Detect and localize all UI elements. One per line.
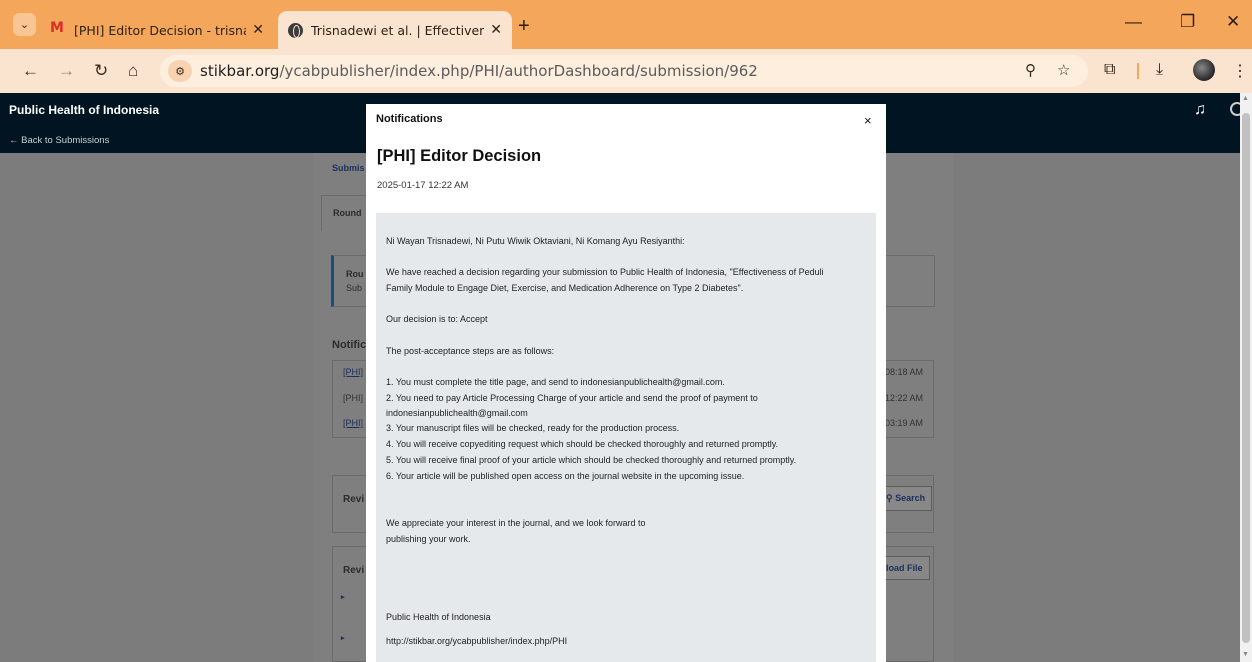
step-item: 5. You will receive final proof of your … [386, 455, 797, 465]
site-info-icon[interactable]: ⚙ [168, 60, 192, 82]
email-body: Ni Wayan Trisnadewi, Ni Putu Wiwik Oktav… [376, 213, 876, 662]
signature-url[interactable]: http://stikbar.org/ycabpublisher/index.p… [386, 636, 567, 646]
home-icon[interactable]: ⌂ [128, 61, 138, 81]
page-scrollbar[interactable]: ▲ ▼ [1240, 93, 1252, 662]
notification-modal: Notifications × [PHI] Editor Decision 20… [366, 104, 886, 662]
journal-name[interactable]: Public Health of Indonesia [9, 103, 159, 117]
signature-name: Public Health of Indonesia [386, 612, 491, 622]
submission-tab[interactable]: Submis [332, 163, 365, 173]
reload-icon[interactable]: ↻ [94, 61, 108, 81]
browser-toolbar: ← → ↻ ⌂ ⚙ stikbar.org/ycabpublisher/inde… [0, 49, 1252, 93]
step-item: 6. Your article will be published open a… [386, 471, 745, 481]
forward-arrow-icon[interactable]: → [58, 61, 75, 81]
url-text[interactable]: stikbar.org/ycabpublisher/index.php/PHI/… [200, 62, 758, 80]
notification-time: 08:18 AM [885, 367, 924, 377]
step-item: 2. You need to pay Article Processing Ch… [386, 393, 758, 403]
step-item: 1. You must complete the title page, and… [386, 377, 725, 387]
zoom-icon[interactable]: ⚲ [1025, 61, 1036, 79]
email-line: Ni Wayan Trisnadewi, Ni Putu Wiwik Oktav… [386, 236, 685, 246]
step-item: indonesianpublichealth@gmail.com [386, 408, 528, 418]
user-icon[interactable] [1230, 102, 1240, 116]
scrollbar-thumb[interactable] [1242, 113, 1250, 643]
bell-icon[interactable]: ♫ [1194, 101, 1206, 119]
address-bar[interactable]: ⚙ stikbar.org/ycabpublisher/index.php/PH… [160, 55, 1088, 87]
globe-icon [288, 22, 303, 38]
back-to-submissions-link[interactable]: ← Back to Submissions [9, 135, 109, 146]
download-icon[interactable]: ⤓ [1156, 61, 1163, 79]
tab-strip: ⌄ [PHI] Editor Decision - trisnawi ✕ Tri… [0, 0, 1252, 49]
notification-time: 12:22 AM [885, 393, 924, 403]
notifications-heading: Notific [332, 339, 367, 351]
email-line: The post-acceptance steps are as follows… [386, 346, 555, 356]
round-tab[interactable]: Round [321, 195, 369, 231]
email-line: publishing your work. [386, 534, 471, 544]
back-arrow-icon[interactable]: ← [22, 61, 39, 81]
minimize-button[interactable]: — [1125, 12, 1142, 32]
decision-line: Our decision is to: Accept [386, 314, 488, 324]
email-line: We have reached a decision regarding you… [386, 267, 824, 277]
search-button[interactable]: ⚲ Search [879, 486, 933, 511]
step-item: 3. Your manuscript files will be checked… [386, 423, 680, 433]
notification-time: 03:19 AM [885, 418, 924, 428]
upload-file-button[interactable]: load File [879, 556, 930, 580]
tab-gmail[interactable]: [PHI] Editor Decision - trisnawi ✕ [40, 11, 274, 49]
tab-search-button[interactable]: ⌄ [13, 13, 36, 36]
close-icon[interactable]: ✕ [252, 22, 264, 38]
extensions-icon[interactable]: ⧉ [1104, 61, 1115, 79]
email-line: Family Module to Engage Diet, Exercise, … [386, 283, 744, 293]
tab-article[interactable]: Trisnadewi et al. | Effectiveness ✕ [278, 11, 512, 49]
close-icon[interactable]: ✕ [490, 22, 502, 38]
email-subject: [PHI] Editor Decision [377, 147, 542, 165]
notification-link[interactable]: [PHI] [343, 367, 363, 377]
bookmark-star-icon[interactable]: ☆ [1057, 61, 1070, 79]
modal-close-button[interactable]: × [864, 113, 872, 128]
tab-title: [PHI] Editor Decision - trisnawi [74, 22, 247, 38]
more-menu-icon[interactable]: ⋮ [1232, 61, 1248, 81]
scroll-down-icon[interactable]: ▼ [1242, 651, 1249, 658]
email-date: 2025-01-17 12:22 AM [377, 180, 469, 191]
window-close-button[interactable]: ✕ [1226, 12, 1240, 32]
toolbar-divider [1137, 63, 1139, 79]
tab-title: Trisnadewi et al. | Effectiveness [311, 22, 485, 38]
scroll-up-icon[interactable]: ▲ [1242, 95, 1249, 102]
modal-header: Notifications [376, 113, 443, 125]
restore-button[interactable]: ❐ [1180, 12, 1195, 32]
notification-link[interactable]: [PHI] [343, 393, 363, 403]
step-item: 4. You will receive copyediting request … [386, 439, 779, 449]
email-line: We appreciate your interest in the journ… [386, 518, 646, 528]
notification-link[interactable]: [PHI] [343, 418, 363, 428]
new-tab-button[interactable]: + [518, 15, 530, 38]
profile-avatar[interactable] [1193, 59, 1215, 81]
gmail-icon [50, 20, 66, 36]
